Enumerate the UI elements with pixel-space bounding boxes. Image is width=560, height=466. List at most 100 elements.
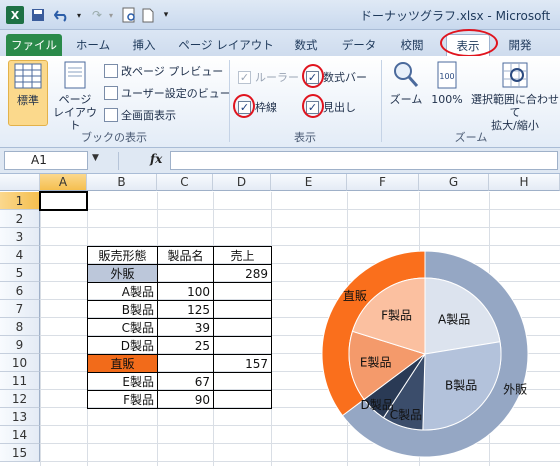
table-header-product[interactable]: 製品名 [157, 246, 214, 265]
custom-view-icon [104, 86, 118, 100]
new-document-icon[interactable] [140, 6, 156, 24]
table-header-type[interactable]: 販売形態 [87, 246, 158, 265]
gridlines-highlight [233, 94, 255, 118]
table-cell[interactable] [213, 372, 272, 391]
table-cell[interactable]: C製品 [87, 318, 158, 337]
chart-label-outer-1: 外販 [503, 383, 527, 397]
column-header-d[interactable]: D [213, 174, 271, 191]
table-cell[interactable]: 39 [157, 318, 214, 337]
chart-label-inner-2: B製品 [445, 379, 477, 393]
row-header-4[interactable]: 4 [0, 246, 40, 264]
name-box-dropdown-icon[interactable]: ▼ [92, 153, 99, 163]
column-header-c[interactable]: C [157, 174, 213, 191]
table-cell[interactable]: 289 [213, 264, 272, 283]
name-box[interactable]: A1 [4, 151, 88, 170]
tab-home[interactable]: ホーム [70, 34, 116, 56]
worksheet-grid: A B C D E F G H 1 2 3 4 5 6 7 8 9 10 11 12 13 14 15 販売… [0, 174, 560, 466]
row-header-13[interactable]: 13 [0, 408, 40, 426]
column-header-f[interactable]: F [347, 174, 419, 191]
zoom-100-icon: 100 [437, 61, 457, 89]
page-layout-view-button[interactable]: ページ レイアウト [52, 60, 98, 132]
chart-label-outer-2: 直販 [343, 289, 367, 303]
page-break-preview-button[interactable]: 改ページ プレビュー [104, 62, 223, 80]
table-cell[interactable] [157, 354, 214, 373]
undo-icon[interactable] [52, 6, 72, 24]
chart-label-inner-6: F製品 [381, 308, 412, 322]
cell-outside-sales[interactable]: 外販 [87, 264, 158, 283]
zoom-to-selection-button[interactable]: 選択範囲に合わせて 拡大/縮小 [470, 60, 560, 132]
insert-function-icon[interactable]: fx [150, 152, 162, 166]
table-cell[interactable] [213, 336, 272, 355]
tab-review[interactable]: 校閲 [392, 34, 432, 56]
zoom-button[interactable]: ズーム [386, 60, 426, 106]
table-cell[interactable]: B製品 [87, 300, 158, 319]
view-tab-highlight [440, 29, 498, 57]
chart-label-inner-3: C製品 [390, 408, 422, 422]
ruler-checkbox[interactable]: ✓ ルーラー [238, 68, 299, 86]
gridline-horizontal [40, 227, 560, 228]
table-cell[interactable]: 157 [213, 354, 272, 373]
table-cell[interactable] [213, 318, 272, 337]
table-cell[interactable]: 25 [157, 336, 214, 355]
column-header-a[interactable]: A [40, 174, 87, 191]
table-cell[interactable]: D製品 [87, 336, 158, 355]
tab-formulas[interactable]: 数式 [286, 34, 326, 56]
table-header-sales[interactable]: 売上 [213, 246, 272, 265]
normal-view-button[interactable]: 標準 [8, 60, 48, 126]
table-cell[interactable]: 125 [157, 300, 214, 319]
row-header-8[interactable]: 8 [0, 318, 40, 336]
active-cell-a1[interactable] [39, 191, 88, 211]
save-icon[interactable] [30, 6, 46, 24]
table-cell[interactable]: 90 [157, 390, 214, 409]
tab-page-layout[interactable]: ページ レイアウト [176, 34, 276, 56]
full-screen-button[interactable]: 全画面表示 [104, 106, 176, 124]
column-header-e[interactable]: E [271, 174, 347, 191]
chart-label-inner-4: D製品 [360, 398, 393, 412]
tab-file[interactable]: ファイル [6, 34, 62, 56]
row-header-11[interactable]: 11 [0, 372, 40, 390]
excel-app-icon[interactable]: X [6, 6, 24, 24]
undo-dropdown-icon[interactable]: ▾ [74, 6, 84, 24]
table-cell[interactable] [213, 300, 272, 319]
table-cell[interactable]: 67 [157, 372, 214, 391]
tab-insert[interactable]: 挿入 [124, 34, 164, 56]
formula-input[interactable] [170, 151, 558, 170]
row-header-9[interactable]: 9 [0, 336, 40, 354]
column-header-h[interactable]: H [489, 174, 560, 191]
cell-direct-sales[interactable]: 直販 [87, 354, 158, 373]
custom-views-button[interactable]: ユーザー設定のビュー [104, 84, 231, 102]
row-header-14[interactable]: 14 [0, 426, 40, 444]
table-cell[interactable] [213, 390, 272, 409]
tab-data[interactable]: データ [336, 34, 382, 56]
redo-dropdown-icon[interactable]: ▾ [106, 6, 116, 24]
headings-highlight [302, 94, 324, 118]
row-header-10[interactable]: 10 [0, 354, 40, 372]
table-cell[interactable]: A製品 [87, 282, 158, 301]
row-header-5[interactable]: 5 [0, 264, 40, 282]
column-header-b[interactable]: B [87, 174, 157, 191]
select-all-corner[interactable] [0, 174, 40, 191]
show-group-label: 表示 [294, 131, 316, 144]
row-header-1[interactable]: 1 [0, 192, 40, 210]
table-cell[interactable] [157, 264, 214, 283]
row-header-3[interactable]: 3 [0, 228, 40, 246]
divider [118, 152, 119, 170]
tab-developer[interactable]: 開発 [500, 34, 540, 56]
row-header-2[interactable]: 2 [0, 210, 40, 228]
table-cell[interactable] [213, 282, 272, 301]
customize-quick-access-icon[interactable]: ▾ [160, 6, 172, 24]
column-header-g[interactable]: G [419, 174, 489, 191]
table-cell[interactable]: F製品 [87, 390, 158, 409]
chart-label-inner-1: A製品 [438, 313, 470, 327]
table-cell[interactable]: E製品 [87, 372, 158, 391]
row-header-7[interactable]: 7 [0, 300, 40, 318]
table-cell[interactable]: 100 [157, 282, 214, 301]
row-header-6[interactable]: 6 [0, 282, 40, 300]
row-header-12[interactable]: 12 [0, 390, 40, 408]
doughnut-chart[interactable]: A製品 B製品 C製品D製品 E製品 F製品外販 直販 [300, 248, 560, 466]
print-preview-icon[interactable] [120, 6, 138, 24]
redo-icon[interactable]: ↷ [88, 6, 106, 24]
zoom-100-button[interactable]: 100 100% [428, 60, 466, 106]
row-header-15[interactable]: 15 [0, 444, 40, 462]
full-screen-icon [104, 108, 118, 122]
